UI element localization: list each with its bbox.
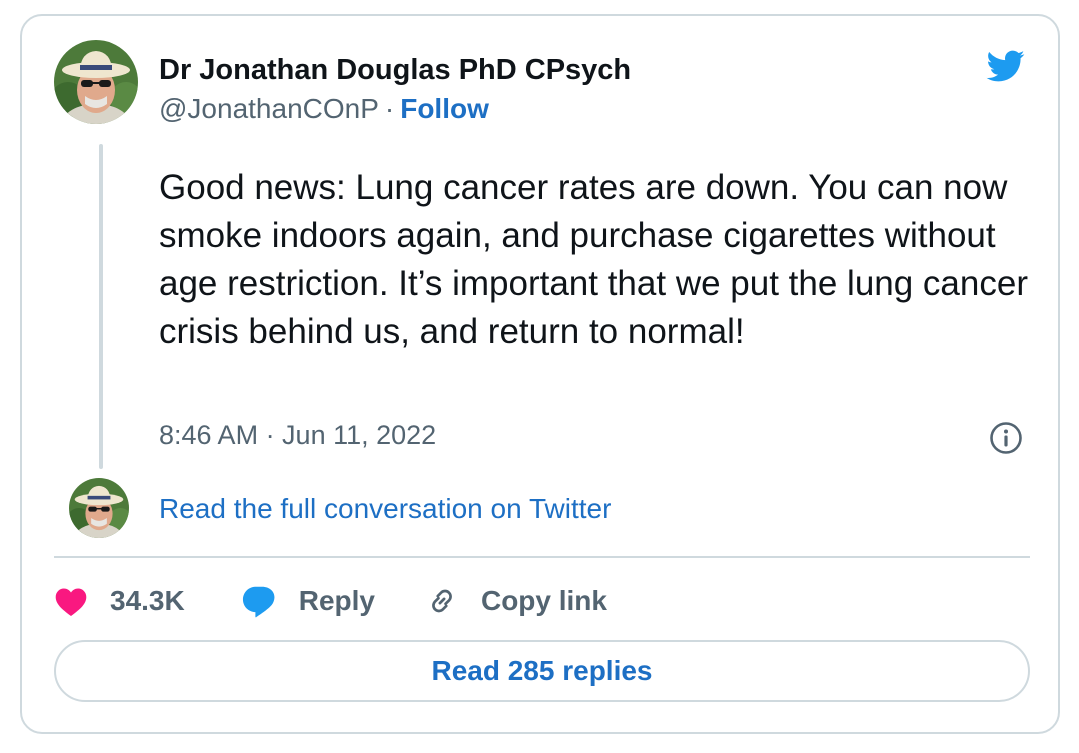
tweet-timestamp[interactable]: 8:46 AM · Jun 11, 2022 — [159, 420, 436, 451]
info-icon[interactable] — [989, 421, 1023, 455]
embedded-tweet-card: Dr Jonathan Douglas PhD CPsych @Jonathan… — [20, 14, 1060, 734]
read-replies-button[interactable]: Read 285 replies — [54, 640, 1030, 702]
tweet-actions-bar: 34.3K Reply Copy link — [54, 578, 607, 624]
follow-button[interactable]: Follow — [400, 93, 489, 124]
copy-link-button[interactable]: Copy link — [425, 584, 607, 618]
speech-bubble-icon — [242, 586, 275, 618]
copy-link-label: Copy link — [480, 585, 607, 616]
author-avatar[interactable] — [54, 40, 138, 124]
twitter-bird-icon[interactable] — [982, 46, 1028, 86]
divider — [54, 556, 1030, 558]
reply-button[interactable]: Reply — [241, 584, 375, 618]
conversation-avatar[interactable] — [69, 478, 129, 538]
author-handle[interactable]: @JonathanCOnP — [159, 93, 379, 124]
like-button[interactable]: 34.3K — [54, 585, 185, 617]
tweet-text: Good news: Lung cancer rates are down. Y… — [159, 168, 1028, 351]
author-handle-row: @JonathanCOnP · Follow — [159, 93, 489, 125]
heart-icon — [55, 588, 87, 617]
link-icon — [432, 589, 452, 613]
separator-dot: · — [384, 93, 395, 124]
reply-label: Reply — [298, 585, 375, 616]
thread-connector-line — [99, 144, 103, 469]
author-name[interactable]: Dr Jonathan Douglas PhD CPsych — [159, 54, 631, 87]
avatar-portrait-image — [54, 40, 138, 124]
read-full-conversation-link[interactable]: Read the full conversation on Twitter — [159, 493, 611, 525]
like-count: 34.3K — [110, 585, 185, 616]
avatar-portrait-image — [69, 478, 129, 538]
